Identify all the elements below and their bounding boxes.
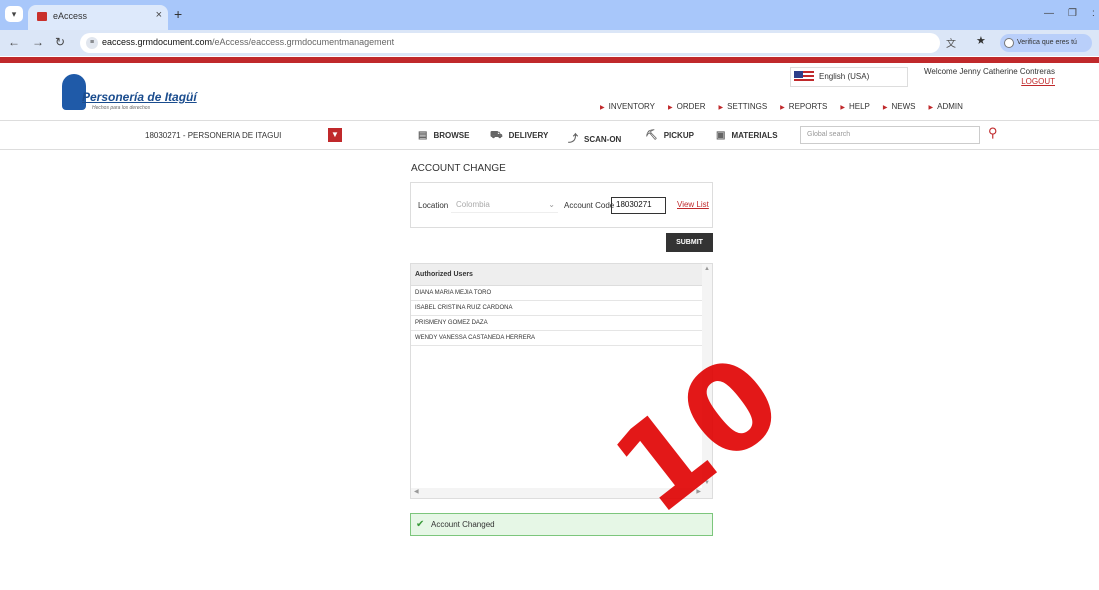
new-tab-icon[interactable]: + [174, 6, 182, 22]
location-label: Location [418, 201, 449, 210]
browser-tab-bar: ▾ eAccess × + — ❐ : [0, 0, 1099, 30]
delivery-button[interactable]: ⛟ DELIVERY [490, 130, 548, 143]
welcome-text: Welcome Jenny Catherine Contreras [923, 67, 1055, 76]
logout-link[interactable]: LOGOUT [924, 77, 1055, 87]
account-change-form: Location Colombia ⌄ Account Code 1803027… [410, 182, 713, 228]
reload-icon[interactable]: ↻ [55, 35, 65, 49]
location-select[interactable]: Colombia ⌄ [451, 197, 558, 213]
scroll-left-icon[interactable]: ◀ [414, 488, 419, 495]
welcome-box: Welcome Jenny Catherine Contreras LOGOUT [924, 67, 1055, 87]
truck-icon: ⛟ [490, 130, 503, 141]
menu-help[interactable]: HELP [840, 102, 870, 111]
menu-admin[interactable]: ADMIN [928, 102, 963, 111]
close-tab-icon[interactable]: × [156, 9, 162, 21]
scroll-up-icon[interactable]: ▲ [704, 266, 710, 272]
tab-search-icon[interactable]: ▾ [5, 6, 23, 22]
brand-name: Personería de Itagüí [82, 90, 197, 104]
table-header: Authorized Users [411, 264, 704, 286]
browse-icon: ▤ [418, 130, 428, 141]
browser-tab[interactable]: eAccess × [28, 5, 168, 30]
favicon-icon [37, 12, 47, 21]
translate-icon[interactable]: 文 [946, 35, 956, 50]
back-icon[interactable]: ← [8, 35, 20, 49]
tab-title: eAccess [53, 11, 88, 21]
top-menu: INVENTORY ORDER SETTINGS REPORTS HELP NE… [600, 102, 963, 111]
account-select[interactable]: 18030271 - PERSONERIA DE ITAGUI [145, 128, 313, 144]
pickup-button[interactable]: ⛏ PICKUP [645, 130, 694, 141]
toolbar: 18030271 - PERSONERIA DE ITAGUI ▼ ▤ BROWS… [0, 120, 1099, 150]
table-row[interactable]: PRISMENY GOMEZ DAZA [411, 316, 704, 331]
bookmark-star-icon[interactable]: ★ [976, 34, 986, 47]
profile-icon [1004, 38, 1014, 48]
account-code-label: Account Code [564, 201, 615, 210]
minimize-icon[interactable]: — [1044, 8, 1054, 19]
url-field[interactable]: ≡ eaccess.grmdocument.com/eAccess/eacces… [80, 33, 940, 53]
search-icon[interactable]: ⚲ [988, 125, 998, 141]
page-title: ACCOUNT CHANGE [411, 163, 506, 174]
site-info-icon[interactable]: ≡ [86, 37, 98, 49]
view-list-link[interactable]: View List [677, 200, 709, 209]
pickup-icon: ⛏ [645, 130, 658, 141]
close-window-icon[interactable]: : [1092, 8, 1095, 19]
browse-button[interactable]: ▤ BROWSE [418, 130, 469, 141]
table-row[interactable]: ISABEL CRISTINA RUIZ CARDONA [411, 301, 704, 316]
submit-button[interactable]: SUBMIT [666, 233, 713, 252]
checkmark-icon: ✔ [416, 519, 425, 530]
chevron-down-icon: ⌄ [548, 200, 555, 209]
us-flag-icon [794, 71, 814, 83]
menu-inventory[interactable]: INVENTORY [600, 102, 655, 111]
address-bar: ← → ↻ ≡ eaccess.grmdocument.com/eAccess/… [0, 30, 1099, 56]
url-text: eaccess.grmdocument.com/eAccess/eaccess.… [102, 37, 395, 47]
forward-icon[interactable]: → [32, 35, 44, 49]
table-row[interactable]: DIANA MARIA MEJIA TORO [411, 286, 704, 301]
profile-button[interactable]: Verifica que eres tú [1000, 34, 1092, 52]
table-row[interactable]: WENDY VANESSA CASTANEDA HERRERA [411, 331, 704, 346]
materials-button[interactable]: ▣ MATERIALS [716, 130, 778, 141]
account-code-input[interactable]: 18030271 [611, 197, 666, 214]
menu-settings[interactable]: SETTINGS [719, 102, 767, 111]
account-dropdown-icon[interactable]: ▼ [328, 128, 342, 142]
menu-order[interactable]: ORDER [668, 102, 706, 111]
global-search-input[interactable]: Global search [800, 126, 980, 144]
menu-news[interactable]: NEWS [883, 102, 915, 111]
scan-icon: ⤴ [568, 134, 578, 145]
materials-icon: ▣ [716, 130, 726, 141]
brand-tagline: Hechos para los derechos [92, 105, 151, 111]
scan-on-button[interactable]: ⤴ SCAN-ON [568, 130, 621, 145]
restore-icon[interactable]: ❐ [1068, 8, 1077, 19]
brand-stripe [0, 57, 1099, 63]
brand-logo[interactable]: Personería de Itagüí Hechos para los der… [62, 74, 212, 114]
language-select[interactable]: English (USA) [790, 67, 908, 87]
menu-reports[interactable]: REPORTS [780, 102, 828, 111]
